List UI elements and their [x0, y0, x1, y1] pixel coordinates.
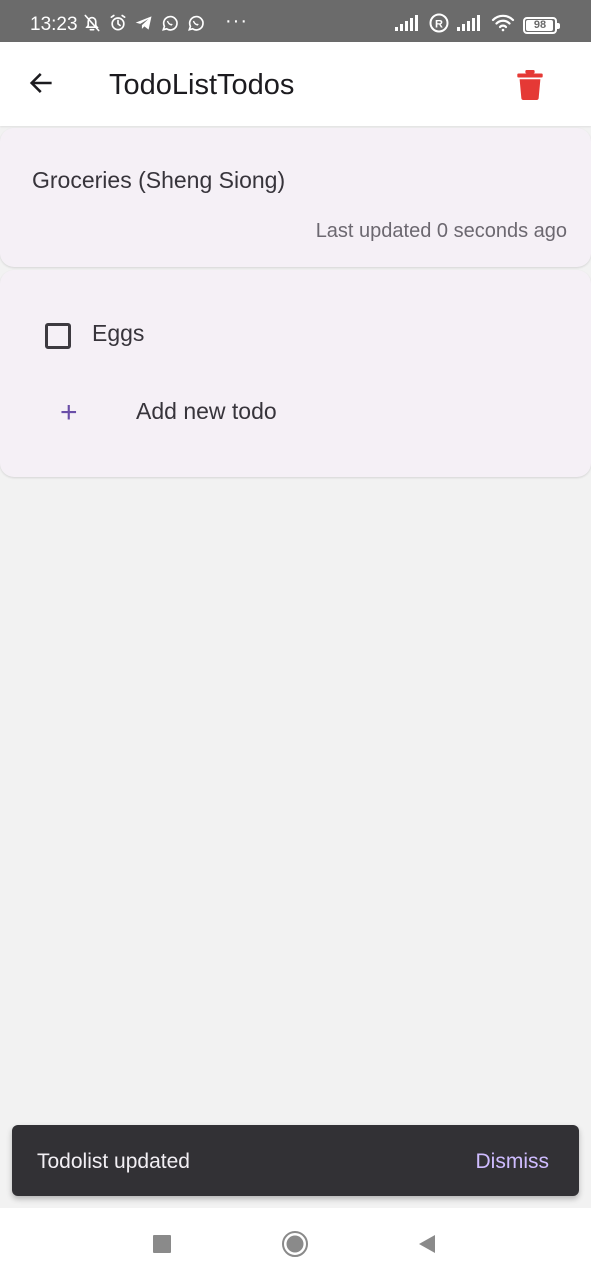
- status-bar: 13:23 ··· R 98: [0, 0, 591, 42]
- page-title: TodoListTodos: [109, 69, 295, 101]
- status-time: 13:23: [30, 14, 78, 35]
- delete-list-button[interactable]: [507, 64, 553, 110]
- dismiss-button[interactable]: Dismiss: [476, 1149, 550, 1175]
- status-notification-icons: [82, 13, 206, 33]
- status-system-icons: R 98: [395, 13, 560, 38]
- add-todo-label: Add new todo: [136, 398, 277, 424]
- add-todo-button[interactable]: + Add new todo: [32, 388, 552, 438]
- trash-icon: [517, 69, 543, 105]
- battery-icon: 98: [523, 17, 560, 34]
- todos-card: Eggs + Add new todo: [0, 270, 591, 477]
- battery-tip: [557, 23, 560, 29]
- recents-icon: [152, 1234, 172, 1259]
- back-nav-button[interactable]: [409, 1228, 445, 1264]
- home-icon: [281, 1230, 309, 1263]
- alarm-icon: [108, 13, 128, 33]
- list-header-card: Groceries (Sheng Siong) Last updated 0 s…: [0, 128, 591, 267]
- signal-icon: [395, 14, 421, 37]
- todo-checkbox[interactable]: [45, 323, 71, 349]
- roaming-icon: R: [429, 13, 449, 38]
- system-nav-bar: [0, 1208, 591, 1280]
- arrow-back-icon: [27, 69, 55, 102]
- app-bar: TodoListTodos: [0, 42, 591, 126]
- back-button[interactable]: [18, 62, 64, 108]
- list-name[interactable]: Groceries (Sheng Siong): [32, 166, 285, 194]
- whatsapp-icon: [186, 13, 206, 33]
- snackbar-message: Todolist updated: [37, 1150, 190, 1173]
- last-updated-text: Last updated 0 seconds ago: [315, 220, 567, 242]
- back-icon: [416, 1233, 438, 1260]
- battery-level: 98: [533, 19, 547, 31]
- more-notifications-icon: ···: [225, 10, 248, 32]
- whatsapp-icon: [160, 13, 180, 33]
- telegram-icon: [134, 13, 154, 33]
- plus-icon: +: [60, 396, 78, 429]
- notifications-off-icon: [82, 13, 102, 33]
- signal-icon: [457, 14, 483, 37]
- home-button[interactable]: [277, 1228, 313, 1264]
- wifi-icon: [491, 13, 515, 38]
- todo-item[interactable]: Eggs: [32, 310, 552, 360]
- recents-button[interactable]: [144, 1228, 180, 1264]
- todo-label[interactable]: Eggs: [92, 319, 144, 347]
- svg-text:R: R: [435, 19, 443, 31]
- snackbar: Todolist updated Dismiss: [12, 1125, 579, 1196]
